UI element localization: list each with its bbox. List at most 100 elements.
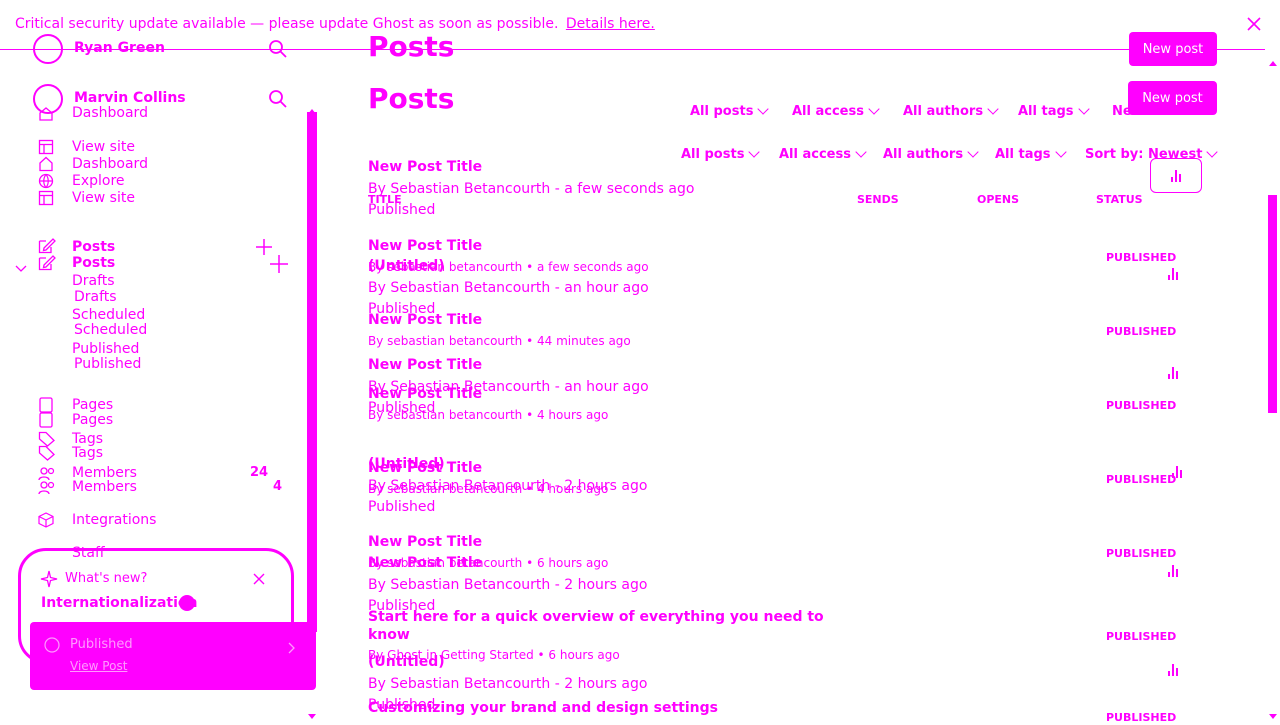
filter-label: All authors [903,104,984,119]
sidebar-item-drafts[interactable]: Drafts [74,289,117,305]
analytics-icon[interactable] [1168,367,1178,379]
post-status: Published [368,499,436,515]
toast-view-post-link[interactable]: View Post [70,659,127,673]
filter-label: All authors [883,147,964,162]
post-title[interactable]: New Post Title [368,238,482,254]
sidebar-item-posts[interactable]: Posts [72,255,115,271]
sidebar-item-tags[interactable]: Tags [72,445,103,461]
status-badge: PUBLISHED [1106,630,1177,643]
members-count: 4 [273,479,283,494]
sidebar-item-pages[interactable]: Pages [72,397,113,413]
sidebar-item-integrations[interactable]: Integrations [72,512,156,528]
post-title[interactable]: New Post Title [368,460,482,476]
post-meta: By sebastian betancourth • 44 minutes ag… [368,334,631,348]
pencil-icon [38,255,56,275]
chevron-down-icon[interactable] [15,258,27,277]
banner-close-icon[interactable] [1246,16,1262,32]
filter-all-authors[interactable]: All authors [903,103,999,119]
post-title[interactable]: New Post Title [368,357,482,373]
new-dot [179,595,195,611]
site-icon [38,190,54,210]
sort-newest-first[interactable]: Newest first [1112,104,1201,119]
scroll-up-icon[interactable] [1268,52,1278,71]
chevron-down-icon [757,103,770,115]
sidebar-item-posts[interactable]: Posts [72,239,115,255]
user-name[interactable]: Marvin Collins [74,90,186,106]
filter-all-authors[interactable]: All authors [883,146,979,162]
search-icon[interactable] [268,39,288,63]
toast-title: Published [70,637,133,652]
sidebar-item-explore[interactable]: Explore [72,173,125,189]
post-title[interactable]: New Post Title [368,386,482,402]
user-name[interactable]: Ryan Green [74,40,165,56]
whats-new-item[interactable]: Internationalization [41,595,197,611]
sidebar-item-published[interactable]: Published [72,341,139,357]
status-badge: PUBLISHED [1106,325,1177,338]
sidebar-item-view-site[interactable]: View site [72,139,135,155]
banner-details-link[interactable]: Details here. [566,16,655,32]
sidebar-item-view-site[interactable]: View site [72,190,135,206]
filter-all-access[interactable]: All access [792,103,880,119]
column-header-opens: OPENS [977,193,1020,206]
avatar[interactable] [33,34,63,64]
filter-all-posts[interactable]: All posts [690,103,770,119]
sidebar-item-scheduled[interactable]: Scheduled [74,322,147,338]
chevron-right-icon[interactable] [288,639,296,658]
filter-label: Newest first [1112,104,1202,119]
status-badge: PUBLISHED [1106,399,1177,412]
scroll-down-icon[interactable] [307,706,317,725]
post-meta: By sebastian betancourth • a few seconds… [368,260,649,274]
sidebar-item-members[interactable]: Members [72,479,137,495]
whats-new-title: What's new? [65,571,148,586]
analytics-icon[interactable] [1168,664,1178,676]
sidebar-item-scheduled[interactable]: Scheduled [72,307,145,323]
sidebar: Ryan Green Marvin Collins Dashboard View… [0,0,320,720]
page-icon [38,412,54,432]
filter-all-access[interactable]: All access [779,146,867,162]
filter-label: All tags [995,147,1051,162]
post-title[interactable]: New Post Title [368,159,482,175]
integrations-icon [38,512,54,532]
chevron-down-icon [1054,146,1067,158]
post-title[interactable]: Start here for a quick overview of every… [368,608,838,644]
filter-all-tags[interactable]: All tags [995,146,1067,162]
sidebar-item-drafts[interactable]: Drafts [72,273,115,289]
sidebar-item-published[interactable]: Published [74,356,141,372]
search-icon[interactable] [268,89,288,113]
post-title[interactable]: New Post Title [368,534,482,550]
sparkle-icon [40,570,58,592]
sidebar-item-pages[interactable]: Pages [72,412,113,428]
filter-label: All posts [690,104,754,119]
analytics-icon[interactable] [1168,268,1178,280]
add-post-icon[interactable] [270,255,288,277]
sidebar-item-dashboard[interactable]: Dashboard [72,156,148,172]
sidebar-item-dashboard[interactable]: Dashboard [72,105,148,121]
post-title[interactable]: Customizing your brand and design settin… [368,700,718,716]
close-icon[interactable] [253,570,265,589]
scroll-down-icon[interactable] [1268,706,1278,725]
analytics-toggle[interactable] [1150,158,1202,193]
sidebar-scrollbar[interactable] [307,112,317,632]
post-meta: By sebastian betancourth • 4 hours ago [368,482,609,496]
main-scrollbar[interactable] [1268,195,1277,413]
filter-label: All posts [681,147,745,162]
column-header-sends: SENDS [857,193,899,206]
filter-label: All access [792,104,864,119]
status-badge: PUBLISHED [1106,547,1177,560]
new-post-button[interactable]: New post [1129,32,1217,66]
post-title[interactable]: New Post Title [368,312,482,328]
filter-all-posts[interactable]: All posts [681,146,761,162]
published-toast [30,622,316,690]
post-meta: By Ghost in Getting Started • 6 hours ag… [368,648,620,662]
filter-label: All access [779,147,851,162]
members-count: 24 [250,465,269,480]
analytics-icon[interactable] [1168,565,1178,577]
analytics-icon[interactable] [1172,466,1182,478]
chevron-down-icon [1206,146,1219,158]
home-icon [38,106,54,125]
post-meta: By Sebastian Betancourth - 2 hours ago [368,676,648,692]
chevron-down-icon [987,103,999,115]
post-meta: By sebastian betancourth • 4 hours ago [368,408,609,422]
filter-all-tags[interactable]: All tags [1018,103,1090,119]
filter-label: All tags [1018,104,1074,119]
